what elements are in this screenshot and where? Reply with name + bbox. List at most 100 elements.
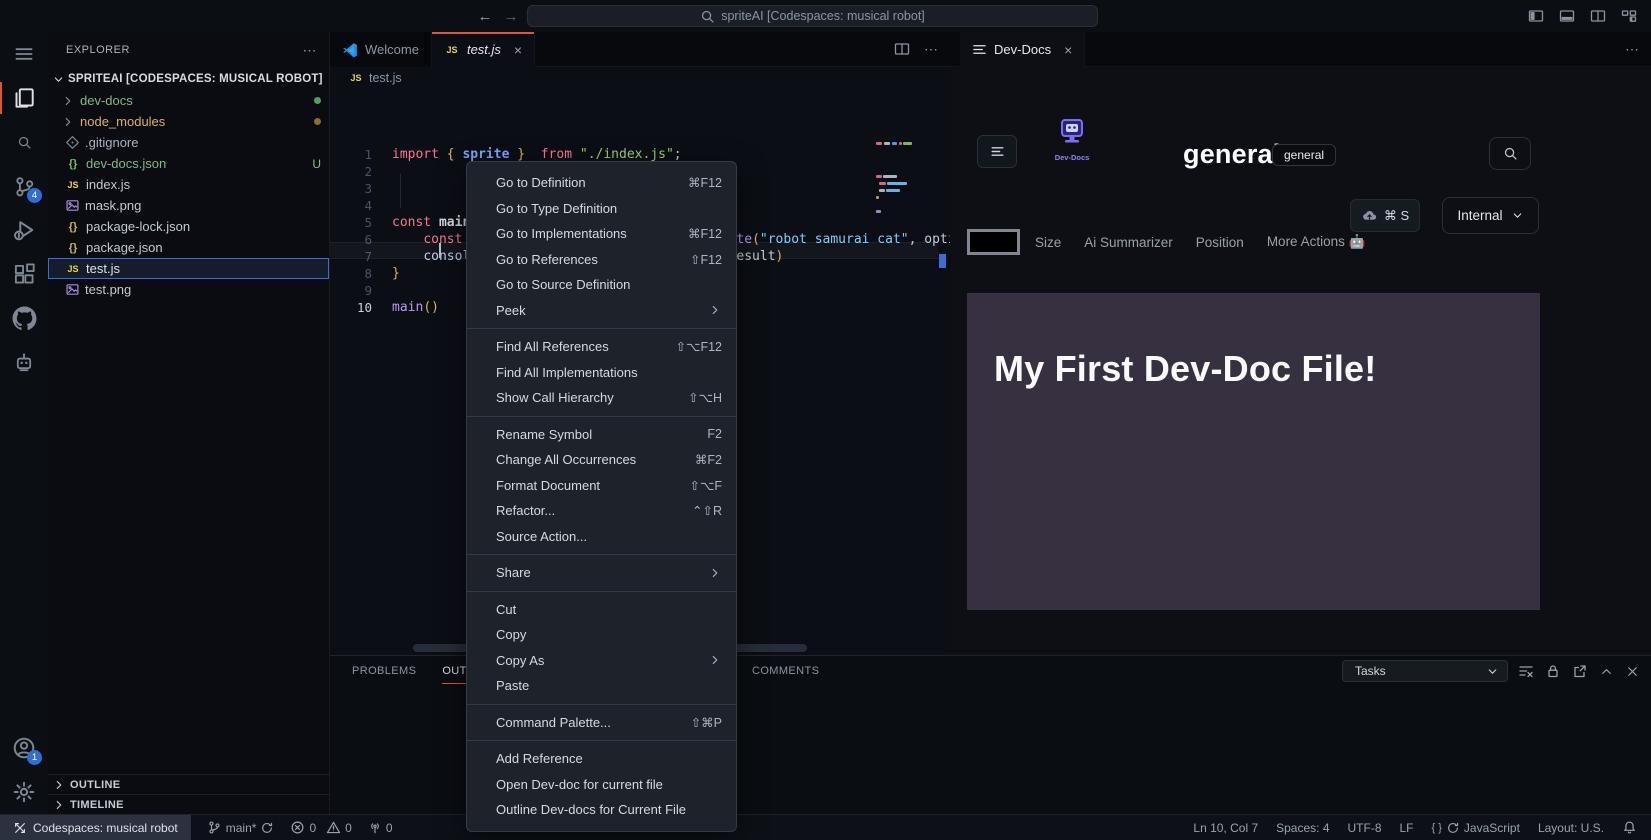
language-mode[interactable]: { } JavaScript bbox=[1432, 821, 1520, 835]
cloud-upload-icon bbox=[1361, 208, 1378, 223]
menu-item-go-to-references[interactable]: Go to References⇧F12 bbox=[467, 247, 736, 273]
activity-item-menu[interactable] bbox=[0, 32, 48, 76]
breadcrumb[interactable]: JS test.js bbox=[330, 67, 950, 89]
file-package.json[interactable]: {}package.json bbox=[48, 237, 329, 258]
menu-item-go-to-implementations[interactable]: Go to Implementations⌘F12 bbox=[467, 221, 736, 247]
explorer-root-folder[interactable]: SPRITEAI [CODESPACES: MUSICAL ROBOT] bbox=[48, 68, 329, 90]
keyboard-layout[interactable]: Layout: U.S. bbox=[1538, 821, 1604, 835]
js-file-icon: JS bbox=[65, 264, 81, 274]
devdocs-menu-button[interactable] bbox=[977, 135, 1017, 168]
activity-item-source-control[interactable]: 4 bbox=[0, 164, 48, 208]
file-.gitignore[interactable]: .gitignore bbox=[48, 132, 329, 153]
menu-item-command-palette[interactable]: Command Palette...⇧⌘P bbox=[467, 710, 736, 736]
menu-item-rename-symbol[interactable]: Rename SymbolF2 bbox=[467, 422, 736, 448]
menu-item-label: Change All Occurrences bbox=[496, 452, 636, 467]
maximize-panel-icon[interactable] bbox=[1599, 664, 1614, 679]
panel-tab-comments[interactable]: COMMENTS bbox=[752, 656, 819, 686]
sidebar-more-icon[interactable]: ⋯ bbox=[303, 42, 318, 59]
doc-preview[interactable]: My First Dev-Doc File! bbox=[967, 293, 1540, 610]
menu-item-source-action[interactable]: Source Action... bbox=[467, 524, 736, 550]
cursor-position[interactable]: Ln 10, Col 7 bbox=[1193, 821, 1258, 835]
menu-item-paste[interactable]: Paste bbox=[467, 673, 736, 699]
menu-item-format-document[interactable]: Format Document⇧⌥F bbox=[467, 473, 736, 499]
activity-item-dev-docs[interactable] bbox=[0, 340, 48, 384]
menu-item-find-all-implementations[interactable]: Find All Implementations bbox=[467, 360, 736, 386]
menu-item-outline-dev-docs-for-current-file[interactable]: Outline Dev-docs for Current File bbox=[467, 797, 736, 823]
indentation[interactable]: Spaces: 4 bbox=[1276, 821, 1329, 835]
file-mask.png[interactable]: mask.png bbox=[48, 195, 329, 216]
menu-item-show-call-hierarchy[interactable]: Show Call Hierarchy⇧⌥H bbox=[467, 385, 736, 411]
lock-scroll-icon[interactable] bbox=[1545, 663, 1561, 679]
encoding[interactable]: UTF-8 bbox=[1348, 821, 1382, 835]
activity-item-explorer[interactable] bbox=[0, 76, 48, 120]
menu-item-go-to-definition[interactable]: Go to Definition⌘F12 bbox=[467, 170, 736, 196]
clear-output-icon[interactable] bbox=[1518, 663, 1534, 679]
panel-tab-problems[interactable]: PROBLEMS bbox=[352, 656, 416, 686]
branch-status[interactable]: main* bbox=[207, 820, 275, 835]
toolbar-position[interactable]: Position bbox=[1196, 235, 1244, 250]
menu-item-cut[interactable]: Cut bbox=[467, 597, 736, 623]
activity-item-run-debug[interactable] bbox=[0, 208, 48, 252]
file-index.js[interactable]: JSindex.js bbox=[48, 174, 329, 195]
command-center-search[interactable]: spriteAI [Codespaces: musical robot] bbox=[527, 5, 1098, 27]
menu-item-peek[interactable]: Peek bbox=[467, 298, 736, 324]
eol[interactable]: LF bbox=[1400, 821, 1414, 835]
menu-item-change-all-occurrences[interactable]: Change All Occurrences⌘F2 bbox=[467, 447, 736, 473]
timeline-section[interactable]: TIMELINE bbox=[48, 794, 329, 814]
file-node_modules[interactable]: node_modules bbox=[48, 111, 329, 132]
toggle-panel-icon[interactable] bbox=[1559, 8, 1575, 24]
back-button[interactable]: ← bbox=[473, 0, 497, 32]
tasks-dropdown[interactable]: Tasks bbox=[1342, 660, 1508, 682]
color-swatch[interactable] bbox=[967, 229, 1020, 255]
menu-item-add-reference[interactable]: Add Reference bbox=[467, 746, 736, 772]
more-actions-icon[interactable]: ⋯ bbox=[1625, 41, 1639, 58]
menu-separator bbox=[467, 554, 736, 555]
minimap[interactable] bbox=[876, 142, 916, 226]
devdocs-search-button[interactable] bbox=[1489, 137, 1531, 170]
close-panel-icon[interactable] bbox=[1625, 664, 1640, 679]
split-editor-icon[interactable] bbox=[1590, 8, 1606, 24]
toolbar-size[interactable]: Size bbox=[1035, 235, 1061, 250]
file-test.js[interactable]: JStest.js bbox=[48, 258, 329, 279]
activity-item-github[interactable] bbox=[0, 296, 48, 340]
menu-item-find-all-references[interactable]: Find All References⇧⌥F12 bbox=[467, 334, 736, 360]
tab-devdocs[interactable]: Dev-Docs × bbox=[960, 32, 1085, 67]
toolbar-more-actions[interactable]: More Actions 🤖 bbox=[1267, 234, 1366, 250]
close-tab-icon[interactable]: × bbox=[1064, 42, 1072, 58]
close-tab-icon[interactable]: × bbox=[514, 42, 522, 58]
editor-more-icon[interactable]: ⋯ bbox=[924, 41, 938, 58]
menu-item-copy[interactable]: Copy bbox=[467, 622, 736, 648]
split-editor-icon[interactable] bbox=[894, 41, 910, 57]
visibility-dropdown[interactable]: Internal bbox=[1442, 197, 1539, 234]
problems-status[interactable]: 0 0 bbox=[290, 820, 351, 835]
menu-item-share[interactable]: Share bbox=[467, 560, 736, 586]
menu-item-label: Copy bbox=[496, 627, 526, 642]
file-dev-docs.json[interactable]: {}dev-docs.jsonU bbox=[48, 153, 329, 174]
file-package-lock.json[interactable]: {}package-lock.json bbox=[48, 216, 329, 237]
activity-item-search[interactable] bbox=[0, 120, 48, 164]
activity-item-accounts[interactable]: 1 bbox=[0, 726, 48, 770]
open-in-editor-icon[interactable] bbox=[1572, 663, 1588, 679]
notifications-icon[interactable] bbox=[1622, 820, 1637, 835]
outline-section[interactable]: OUTLINE bbox=[48, 774, 329, 794]
menu-item-label: Go to Type Definition bbox=[496, 201, 617, 216]
menu-item-copy-as[interactable]: Copy As bbox=[467, 648, 736, 674]
activity-item-settings[interactable] bbox=[0, 770, 48, 814]
tab-welcome[interactable]: Welcome bbox=[330, 32, 432, 67]
menu-item-open-dev-doc-for-current-file[interactable]: Open Dev-doc for current file bbox=[467, 772, 736, 798]
tab-testjs[interactable]: JS test.js × bbox=[432, 32, 535, 67]
menu-item-go-to-source-definition[interactable]: Go to Source Definition bbox=[467, 272, 736, 298]
ports-status[interactable]: 0 bbox=[368, 821, 393, 835]
file-test.png[interactable]: test.png bbox=[48, 279, 329, 300]
sidebar-header: EXPLORER ⋯ bbox=[48, 32, 329, 68]
menu-item-refactor[interactable]: Refactor...⌃⇧R bbox=[467, 498, 736, 524]
customize-layout-icon[interactable] bbox=[1621, 8, 1637, 24]
sidebar-title: EXPLORER bbox=[66, 44, 130, 56]
toolbar-ai-summarizer[interactable]: Ai Summarizer bbox=[1084, 235, 1173, 250]
toggle-sidebar-icon[interactable] bbox=[1528, 8, 1544, 24]
file-dev-docs[interactable]: dev-docs bbox=[48, 90, 329, 111]
menu-item-go-to-type-definition[interactable]: Go to Type Definition bbox=[467, 196, 736, 222]
forward-button[interactable]: → bbox=[499, 0, 523, 32]
remote-indicator[interactable]: Codespaces: musical robot bbox=[0, 815, 191, 840]
activity-item-extensions[interactable] bbox=[0, 252, 48, 296]
